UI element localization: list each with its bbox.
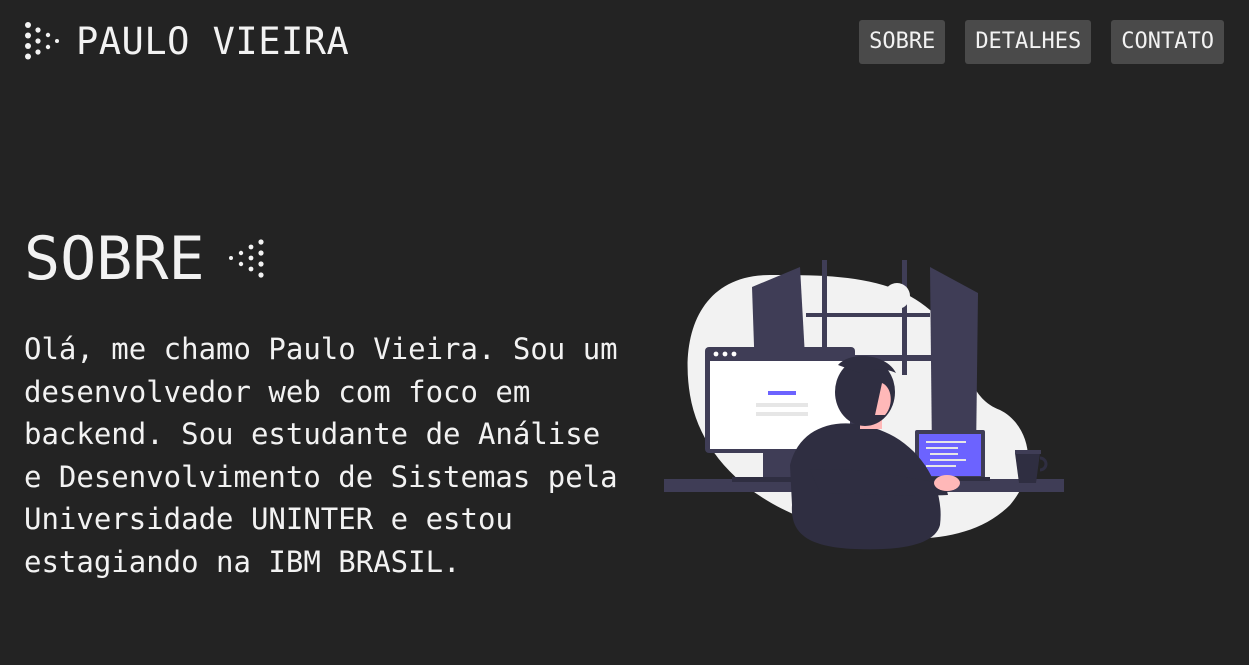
about-heading: SOBRE [24, 220, 634, 298]
site-header: PAULO VIEIRA SOBRE DETALHES CONTATO [0, 0, 1249, 86]
window-frame-horizontal [806, 313, 930, 317]
about-text: Olá, me chamo Paulo Vieira. Sou um desen… [24, 332, 618, 579]
dot-arrow-logo-icon [25, 22, 59, 60]
brand-title: PAULO VIEIRA [76, 20, 350, 63]
developer-at-desk-illustration [664, 260, 1064, 550]
moon [884, 283, 910, 309]
person-hand [934, 475, 960, 491]
window-wall-right [930, 267, 978, 455]
mug [1015, 453, 1040, 483]
about-section: SOBRE Olá, me chamo Paulo Vieira. Sou um… [24, 220, 634, 584]
brand[interactable]: PAULO VIEIRA [24, 20, 349, 64]
about-title: SOBRE [24, 224, 205, 294]
nav-detalhes-button[interactable]: DETALHES [965, 20, 1092, 64]
main-nav: SOBRE DETALHES CONTATO [859, 20, 1224, 64]
dot-arrow-logo-icon [228, 239, 264, 278]
nav-contato-button[interactable]: CONTATO [1111, 20, 1224, 64]
nav-sobre-button[interactable]: SOBRE [859, 20, 946, 64]
